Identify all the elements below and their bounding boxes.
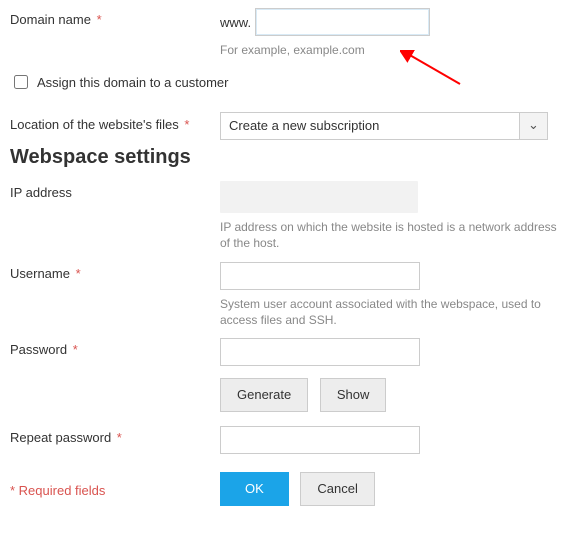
show-button[interactable]: Show [320,378,387,412]
username-hint: System user account associated with the … [220,296,564,328]
domain-prefix: www. [220,15,251,30]
required-asterisk: * [97,12,102,27]
domain-hint: For example, example.com [220,42,564,58]
repeat-password-input[interactable] [220,426,420,454]
required-asterisk: * [117,430,122,445]
domain-name-label: Domain name [10,12,91,27]
cancel-button[interactable]: Cancel [300,472,374,506]
ip-address-value [220,181,418,213]
username-input[interactable] [220,262,420,290]
webspace-settings-heading: Webspace settings [10,146,564,169]
required-asterisk: * [184,117,189,132]
chevron-down-icon: ⌄ [528,117,539,132]
required-asterisk: * [73,342,78,357]
location-label: Location of the website's files [10,117,179,132]
required-fields-note: * Required fields [10,479,220,498]
domain-name-input[interactable] [255,8,430,36]
ip-address-hint: IP address on which the website is hoste… [220,219,564,251]
password-label: Password [10,342,67,357]
username-label: Username [10,266,70,281]
assign-customer-checkbox[interactable] [14,75,28,89]
repeat-password-label: Repeat password [10,430,111,445]
assign-customer-label: Assign this domain to a customer [37,75,228,90]
required-asterisk: * [76,266,81,281]
generate-button[interactable]: Generate [220,378,308,412]
location-select[interactable]: Create a new subscription [220,112,520,140]
ip-address-label: IP address [10,185,72,200]
password-input[interactable] [220,338,420,366]
location-select-toggle[interactable]: ⌄ [520,112,548,140]
ok-button[interactable]: OK [220,472,289,506]
